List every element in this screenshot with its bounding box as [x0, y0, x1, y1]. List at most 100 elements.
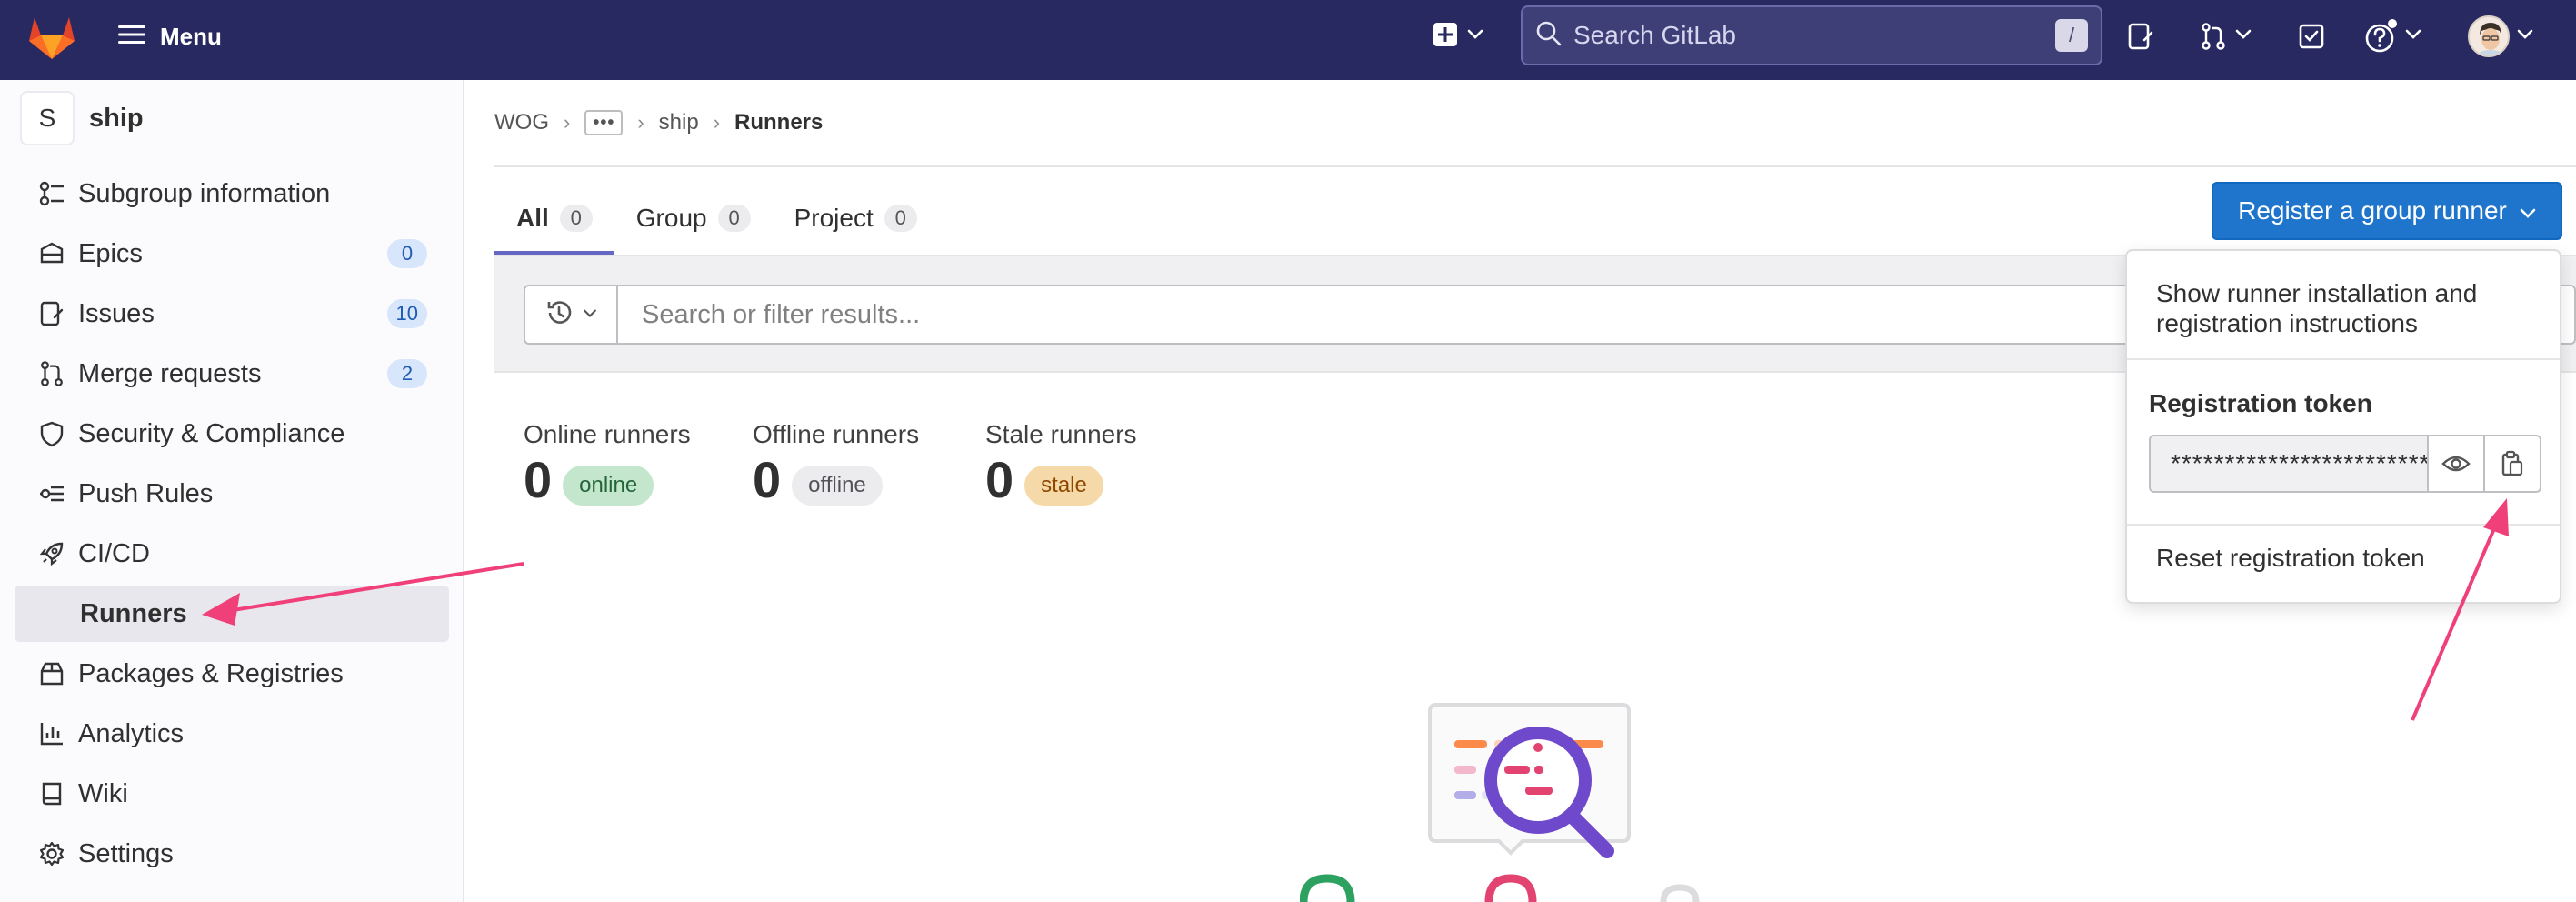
sidebar-item-security-compliance[interactable]: Security & Compliance [15, 406, 449, 462]
search-history-button[interactable] [525, 286, 618, 343]
hamburger-icon [118, 24, 145, 50]
sidebar-group-header[interactable]: S ship [20, 91, 144, 145]
sidebar-item-label: Runners [80, 598, 187, 628]
breadcrumb-current[interactable]: Runners [734, 110, 823, 135]
sidebar-item-subgroup-information[interactable]: Subgroup information [15, 165, 449, 222]
subgroup-info-icon [35, 176, 69, 211]
package-icon [35, 656, 69, 691]
stat-value: 0 [753, 451, 782, 508]
chevron-down-icon [2235, 28, 2252, 45]
tab-project[interactable]: Project 0 [773, 182, 939, 255]
avatar [2468, 15, 2510, 57]
sidebar-item-issues[interactable]: Issues 10 [15, 286, 449, 342]
tab-count: 0 [559, 205, 593, 232]
count-badge: 0 [387, 239, 427, 268]
user-avatar-menu[interactable] [2461, 11, 2540, 62]
search-placeholder: Search GitLab [1573, 21, 1736, 49]
sidebar-item-runners[interactable]: Runners [15, 586, 449, 642]
register-group-runner-button[interactable]: Register a group runner [2212, 182, 2562, 240]
sidebar-item-epics[interactable]: Epics 0 [15, 226, 449, 282]
tab-label: Project [794, 204, 874, 232]
chevron-down-icon [583, 306, 597, 323]
empty-state-illustration [1299, 700, 1772, 902]
shield-icon [35, 416, 69, 451]
register-button-label: Register a group runner [2238, 196, 2507, 225]
status-badge: online [563, 466, 654, 506]
dropdown-divider [2127, 358, 2560, 360]
stat-value: 0 [524, 451, 553, 508]
chevron-down-icon [2520, 196, 2536, 226]
sidebar-item-push-rules[interactable]: Push Rules [15, 466, 449, 522]
top-navbar: Menu Search GitLab / [0, 0, 2576, 80]
sidebar-item-settings[interactable]: Settings [15, 826, 449, 882]
tab-count: 0 [884, 205, 917, 232]
tab-label: All [516, 204, 549, 232]
tab-label: Group [635, 204, 707, 232]
online-runners-stat: Online runners 0 online [524, 420, 691, 507]
sidebar-item-analytics[interactable]: Analytics [15, 706, 449, 762]
show-install-instructions-item[interactable]: Show runner installation and registratio… [2156, 278, 2538, 338]
todo-icon[interactable] [2289, 16, 2334, 56]
merge-request-icon [35, 356, 69, 391]
tab-all[interactable]: All 0 [494, 182, 614, 255]
menu-button[interactable]: Menu [115, 16, 225, 56]
sidebar-item-label: Push Rules [78, 478, 214, 508]
registration-token-field: ************************** [2149, 435, 2541, 493]
count-badge: 10 [386, 299, 427, 328]
sidebar-item-wiki[interactable]: Wiki [15, 766, 449, 822]
sidebar-item-ci-cd[interactable]: CI/CD [15, 526, 449, 582]
breadcrumb-group[interactable]: ship [659, 110, 699, 135]
plus-square-icon [1433, 22, 1458, 52]
chevron-down-icon [1467, 28, 1483, 45]
tab-group[interactable]: Group 0 [614, 182, 773, 255]
count-badge: 2 [387, 359, 427, 388]
copy-clipboard-icon[interactable] [2483, 436, 2540, 491]
breadcrumb-root[interactable]: WOG [494, 110, 549, 135]
sidebar-item-label: Subgroup information [78, 178, 331, 208]
stale-runners-stat: Stale runners 0 stale [985, 420, 1137, 507]
book-icon [35, 777, 69, 811]
breadcrumb: WOG › ••• › ship › Runners [494, 107, 823, 138]
search-icon [1535, 20, 1563, 52]
sidebar-item-merge-requests[interactable]: Merge requests 2 [15, 346, 449, 402]
filter-input-placeholder: Search or filter results... [642, 299, 921, 329]
sidebar-item-label: Epics [78, 238, 143, 268]
analytics-icon [35, 717, 69, 751]
menu-label: Menu [160, 22, 222, 50]
offline-runners-stat: Offline runners 0 offline [753, 420, 919, 507]
sidebar-item-label: Wiki [78, 778, 128, 808]
epic-icon [35, 236, 69, 271]
eye-icon[interactable] [2427, 436, 2483, 491]
stat-label: Offline runners [753, 420, 920, 448]
stat-label: Online runners [524, 420, 691, 448]
tab-count: 0 [717, 205, 751, 232]
push-rules-icon [35, 476, 69, 511]
register-runner-dropdown: Show runner installation and registratio… [2125, 249, 2561, 604]
registration-token-value[interactable]: ************************** [2151, 436, 2427, 491]
stat-label: Stale runners [985, 420, 1137, 448]
sidebar-item-label: Settings [78, 838, 174, 868]
global-search-input[interactable]: Search GitLab / [1521, 5, 2102, 65]
sidebar-item-label: Merge requests [78, 358, 262, 388]
group-avatar: S [20, 91, 75, 145]
breadcrumb-expand-button[interactable]: ••• [584, 110, 624, 135]
chevron-right-icon: › [637, 111, 644, 134]
help-icon[interactable] [2358, 13, 2427, 60]
status-badge: offline [792, 466, 883, 506]
search-shortcut-key: / [2055, 19, 2088, 52]
issues-icon[interactable] [2118, 16, 2163, 56]
sidebar-item-label: Issues [78, 298, 155, 328]
history-icon [544, 298, 574, 332]
new-dropdown-button[interactable] [1423, 16, 1493, 56]
chevron-right-icon: › [713, 111, 721, 134]
gear-icon [35, 837, 69, 871]
sidebar: S ship Subgroup information Epics 0 Issu… [0, 80, 464, 902]
merge-request-icon[interactable] [2191, 16, 2260, 56]
gitlab-logo[interactable] [25, 11, 78, 64]
reset-registration-token-item[interactable]: Reset registration token [2156, 544, 2425, 573]
chevron-down-icon [2517, 28, 2533, 45]
stat-value: 0 [985, 451, 1014, 508]
chevron-right-icon: › [564, 111, 571, 134]
dropdown-divider [2127, 524, 2560, 526]
sidebar-item-packages-registries[interactable]: Packages & Registries [15, 646, 449, 702]
